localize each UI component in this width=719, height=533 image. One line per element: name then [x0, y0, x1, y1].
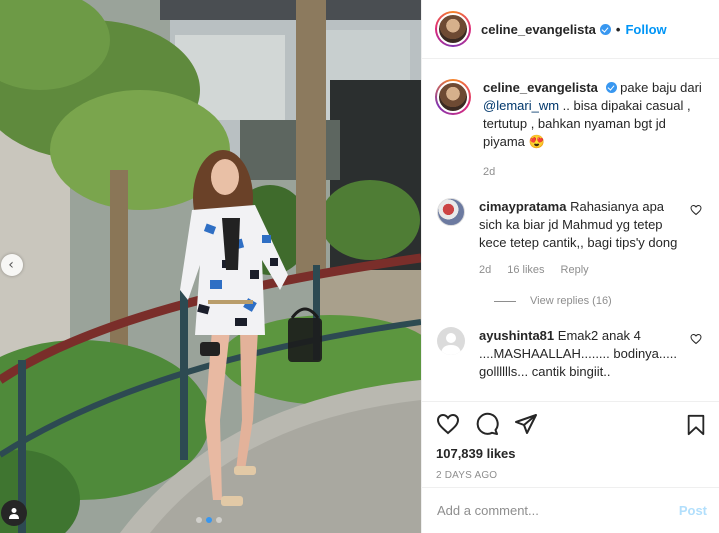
comment-age[interactable]: 2d	[479, 261, 491, 279]
photo-pagination-dots	[196, 517, 222, 523]
post-date[interactable]: 2 DAYS AGO	[436, 470, 707, 481]
verified-badge-icon	[605, 82, 617, 93]
caption-avatar[interactable]	[435, 79, 471, 115]
comment-item: ayushinta81 Emak2 anak 4 ....MASHAALLAH.…	[435, 327, 705, 381]
comments-list[interactable]: celine_evangelista pake baju dari @lemar…	[422, 59, 719, 401]
caption-mention-link[interactable]: @lemari_wm	[483, 98, 559, 113]
reply-button[interactable]: Reply	[561, 261, 589, 279]
caption-age[interactable]: 2d	[483, 163, 495, 181]
tagged-users-button[interactable]	[1, 500, 27, 526]
share-paper-plane-icon[interactable]	[514, 412, 538, 436]
previous-photo-button[interactable]: ‹	[1, 254, 23, 276]
pagination-dot	[196, 517, 202, 523]
post-header: celine_evangelista • Follow	[422, 0, 719, 59]
add-comment-bar: Post	[422, 487, 719, 533]
commenter-avatar-default[interactable]	[437, 327, 465, 355]
author-username[interactable]: celine_evangelista	[481, 22, 596, 37]
comment-item: cimaypratama Rahasianya apa sich ka biar…	[435, 198, 705, 279]
commenter-avatar[interactable]	[437, 198, 465, 226]
header-separator: •	[615, 21, 621, 37]
replies-divider-line	[494, 300, 516, 302]
instagram-post-modal: ‹ celine_evangelista • Follow celine_eva…	[0, 0, 719, 533]
comment-username[interactable]: cimaypratama	[479, 199, 566, 214]
author-avatar[interactable]	[435, 11, 471, 47]
like-heart-icon[interactable]	[436, 412, 460, 436]
post-photo[interactable]: ‹	[0, 0, 421, 533]
post-actions: 107,839 likes 2 DAYS AGO	[422, 401, 719, 487]
caption-text-start: pake baju dari	[620, 80, 702, 95]
comment-likes[interactable]: 16 likes	[507, 261, 544, 279]
like-comment-heart-icon[interactable]	[690, 333, 702, 345]
view-replies-label: View replies (16)	[530, 295, 612, 307]
photo-scene	[0, 0, 421, 533]
user-tag-icon	[9, 508, 19, 519]
default-avatar-icon	[441, 333, 461, 355]
view-replies-button[interactable]: View replies (16)	[494, 295, 705, 307]
likes-count[interactable]: 107,839 likes	[436, 446, 707, 461]
caption-username[interactable]: celine_evangelista	[483, 80, 598, 95]
follow-button[interactable]: Follow	[625, 22, 666, 37]
add-comment-input[interactable]	[437, 503, 679, 518]
caption: celine_evangelista pake baju dari @lemar…	[435, 79, 705, 181]
post-side-panel: celine_evangelista • Follow celine_evang…	[421, 0, 719, 533]
pagination-dot	[216, 517, 222, 523]
comment-username[interactable]: ayushinta81	[479, 328, 554, 343]
verified-badge-icon	[599, 23, 611, 35]
post-comment-button[interactable]: Post	[679, 503, 707, 518]
save-bookmark-icon[interactable]	[685, 414, 707, 436]
comment-bubble-icon[interactable]	[475, 412, 499, 436]
chevron-left-icon: ‹	[8, 257, 14, 273]
like-comment-heart-icon[interactable]	[690, 204, 702, 216]
pagination-dot-active	[206, 517, 212, 523]
